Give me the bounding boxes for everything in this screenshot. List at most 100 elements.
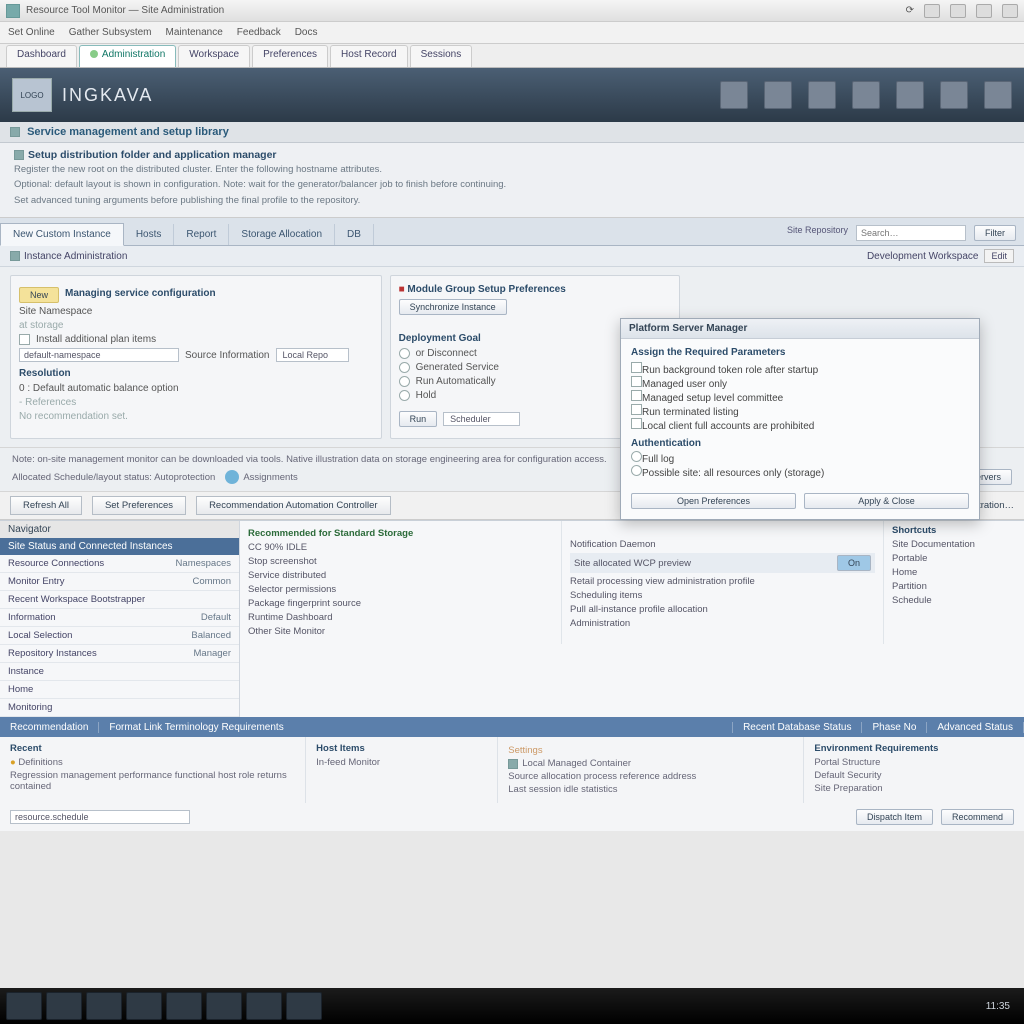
bl4-item[interactable]: Portal Structure [814,757,1014,768]
taskbar-app[interactable] [286,992,322,1020]
side-row[interactable]: Local SelectionBalanced [0,627,239,645]
mcol1-line[interactable]: Other Site Monitor [248,626,553,637]
menu-docs[interactable]: Docs [295,27,318,38]
dlg-chk4[interactable] [631,404,642,415]
dlg-chk2[interactable] [631,376,642,387]
tab-host-record[interactable]: Host Record [330,45,408,67]
lr-item[interactable]: Home [892,567,1016,578]
tb-refresh[interactable]: Refresh All [10,496,82,515]
bl3-item[interactable]: Local Managed Container [508,758,793,769]
mcol2-on-chip[interactable]: On [837,555,871,571]
taskbar-app[interactable] [126,992,162,1020]
mid-rad-run[interactable] [399,376,410,387]
taskbar-app[interactable] [46,992,82,1020]
hdr-icon-6[interactable] [940,81,968,109]
mcol1-line[interactable]: Package fingerprint source [248,598,553,609]
side-row[interactable]: InformationDefault [0,609,239,627]
bl4-item[interactable]: Default Security [814,770,1014,781]
main-tab-report[interactable]: Report [174,224,229,245]
mcol1-line[interactable]: Selector permissions [248,584,553,595]
menu-gather[interactable]: Gather Subsystem [69,27,152,38]
taskbar-start[interactable] [6,992,42,1020]
side-row[interactable]: Monitor EntryCommon [0,573,239,591]
main-tab-db[interactable]: DB [335,224,374,245]
side-row[interactable]: Repository InstancesManager [0,645,239,663]
mcol2-line[interactable]: Administration [570,618,875,629]
mid-sync-button[interactable]: Synchronize Instance [399,299,507,315]
mcol2-line[interactable]: Retail processing view administration pr… [570,576,875,587]
side-row[interactable]: Monitoring [0,699,239,717]
bl1-item[interactable]: ● Definitions [10,757,295,768]
bl4-item[interactable]: Site Preparation [814,783,1014,794]
main-tab-storage[interactable]: Storage Allocation [229,224,335,245]
tb-recommendation[interactable]: Recommendation Automation Controller [196,496,390,515]
tb-set-prefs[interactable]: Set Preferences [92,496,186,515]
dlg-chk5[interactable] [631,418,642,429]
dlg-apply-button[interactable]: Apply & Close [804,493,969,509]
menu-set-online[interactable]: Set Online [8,27,55,38]
mcol2-highlight[interactable]: Site allocated WCP preview On [570,553,875,573]
bl3-item[interactable]: Settings [508,745,793,756]
mcol1-line[interactable]: Stop screenshot [248,556,553,567]
side-row[interactable]: Recent Workspace Bootstrapper [0,591,239,609]
mcol1-line[interactable]: Runtime Dashboard [248,612,553,623]
taskbar-app[interactable] [86,992,122,1020]
tab-sessions[interactable]: Sessions [410,45,473,67]
side-row[interactable]: Resource ConnectionsNamespaces [0,555,239,573]
left-input[interactable] [19,348,179,362]
mid-rad-gen[interactable] [399,362,410,373]
mcol2-line[interactable]: Pull all-instance profile allocation [570,604,875,615]
dlg-rad2[interactable] [631,465,642,476]
tab-search-input[interactable] [856,225,966,241]
side-row[interactable]: Home [0,681,239,699]
tab-administration[interactable]: Administration [79,45,176,67]
bb-3[interactable]: Recent Database Status [733,722,862,733]
dlg-chk3[interactable] [631,390,642,401]
side-row[interactable]: Instance [0,663,239,681]
mcol2-line[interactable]: Notification Daemon [570,539,875,550]
lr-item[interactable]: Schedule [892,595,1016,606]
tab-filter-button[interactable]: Filter [974,225,1016,241]
lr-item[interactable]: Partition [892,581,1016,592]
subbar-edit-button[interactable]: Edit [984,249,1014,263]
recommend-button[interactable]: Recommend [941,809,1014,825]
hdr-icon-3[interactable] [808,81,836,109]
mcol2-line[interactable]: Scheduling items [570,590,875,601]
bb-4[interactable]: Phase No [862,722,927,733]
tab-preferences[interactable]: Preferences [252,45,328,67]
hdr-icon-1[interactable] [720,81,748,109]
menu-feedback[interactable]: Feedback [237,27,281,38]
hdr-user-icon[interactable] [984,81,1012,109]
mid-run-button[interactable]: Run [399,411,438,427]
taskbar-app[interactable] [246,992,282,1020]
bl2-item[interactable]: In-feed Monitor [316,757,487,768]
mid-rad-hold[interactable] [399,390,410,401]
hdr-icon-5[interactable] [896,81,924,109]
bottom-input[interactable] [10,810,190,824]
dlg-rad1[interactable] [631,451,642,462]
tab-workspace[interactable]: Workspace [178,45,250,67]
left-chk1[interactable] [19,334,30,345]
menu-maintenance[interactable]: Maintenance [166,27,223,38]
mid-rad-disc[interactable] [399,348,410,359]
taskbar-app[interactable] [166,992,202,1020]
main-tab-hosts[interactable]: Hosts [124,224,175,245]
hdr-icon-4[interactable] [852,81,880,109]
mcol1-line[interactable]: Service distributed [248,570,553,581]
taskbar-app[interactable] [206,992,242,1020]
bb-5[interactable]: Advanced Status [927,722,1024,733]
lr-item[interactable]: Site Documentation [892,539,1016,550]
main-tab-strip: New Custom Instance Hosts Report Storage… [0,218,1024,246]
dlg-chk1[interactable] [631,362,642,373]
mid-dropdown[interactable]: Scheduler [443,412,520,426]
bb-2[interactable]: Format Link Terminology Requirements [99,722,733,733]
sync-icon[interactable]: ⟳ [906,5,914,16]
tab-dashboard[interactable]: Dashboard [6,45,77,67]
bb-1[interactable]: Recommendation [0,722,99,733]
left-select[interactable]: Local Repo [276,348,350,362]
main-tab-new-instance[interactable]: New Custom Instance [0,223,124,246]
hdr-icon-2[interactable] [764,81,792,109]
dlg-open-prefs-button[interactable]: Open Preferences [631,493,796,509]
dispatch-button[interactable]: Dispatch Item [856,809,933,825]
lr-item[interactable]: Portable [892,553,1016,564]
